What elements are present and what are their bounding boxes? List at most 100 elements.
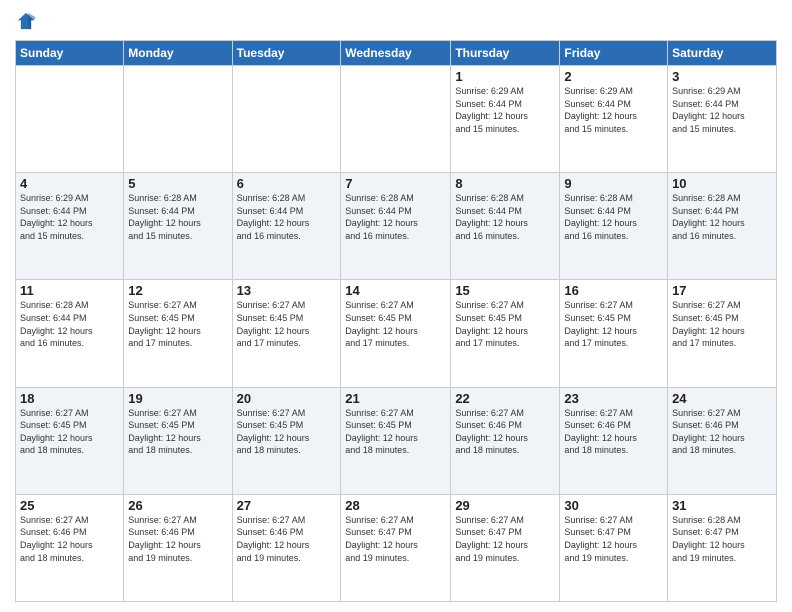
calendar-cell: 4Sunrise: 6:29 AM Sunset: 6:44 PM Daylig… [16, 173, 124, 280]
day-number: 21 [345, 391, 446, 406]
day-info: Sunrise: 6:27 AM Sunset: 6:46 PM Dayligh… [128, 514, 227, 564]
day-info: Sunrise: 6:28 AM Sunset: 6:44 PM Dayligh… [455, 192, 555, 242]
calendar-cell [341, 66, 451, 173]
header [15, 10, 777, 32]
calendar-cell: 28Sunrise: 6:27 AM Sunset: 6:47 PM Dayli… [341, 494, 451, 601]
calendar-cell [232, 66, 341, 173]
day-number: 25 [20, 498, 119, 513]
day-info: Sunrise: 6:29 AM Sunset: 6:44 PM Dayligh… [455, 85, 555, 135]
day-info: Sunrise: 6:28 AM Sunset: 6:44 PM Dayligh… [128, 192, 227, 242]
day-info: Sunrise: 6:28 AM Sunset: 6:47 PM Dayligh… [672, 514, 772, 564]
page: SundayMondayTuesdayWednesdayThursdayFrid… [0, 0, 792, 612]
day-info: Sunrise: 6:27 AM Sunset: 6:45 PM Dayligh… [237, 407, 337, 457]
calendar-cell: 29Sunrise: 6:27 AM Sunset: 6:47 PM Dayli… [451, 494, 560, 601]
day-number: 14 [345, 283, 446, 298]
day-info: Sunrise: 6:27 AM Sunset: 6:46 PM Dayligh… [564, 407, 663, 457]
day-info: Sunrise: 6:29 AM Sunset: 6:44 PM Dayligh… [672, 85, 772, 135]
day-info: Sunrise: 6:28 AM Sunset: 6:44 PM Dayligh… [345, 192, 446, 242]
day-info: Sunrise: 6:28 AM Sunset: 6:44 PM Dayligh… [237, 192, 337, 242]
calendar-cell: 31Sunrise: 6:28 AM Sunset: 6:47 PM Dayli… [668, 494, 777, 601]
day-header-thursday: Thursday [451, 41, 560, 66]
day-info: Sunrise: 6:27 AM Sunset: 6:45 PM Dayligh… [672, 299, 772, 349]
day-number: 18 [20, 391, 119, 406]
calendar-cell: 11Sunrise: 6:28 AM Sunset: 6:44 PM Dayli… [16, 280, 124, 387]
day-number: 26 [128, 498, 227, 513]
calendar: SundayMondayTuesdayWednesdayThursdayFrid… [15, 40, 777, 602]
calendar-cell: 13Sunrise: 6:27 AM Sunset: 6:45 PM Dayli… [232, 280, 341, 387]
day-info: Sunrise: 6:29 AM Sunset: 6:44 PM Dayligh… [20, 192, 119, 242]
day-number: 3 [672, 69, 772, 84]
day-header-saturday: Saturday [668, 41, 777, 66]
calendar-week-row: 11Sunrise: 6:28 AM Sunset: 6:44 PM Dayli… [16, 280, 777, 387]
logo-icon [15, 10, 37, 32]
logo [15, 10, 39, 32]
calendar-cell: 27Sunrise: 6:27 AM Sunset: 6:46 PM Dayli… [232, 494, 341, 601]
day-info: Sunrise: 6:28 AM Sunset: 6:44 PM Dayligh… [564, 192, 663, 242]
calendar-week-row: 4Sunrise: 6:29 AM Sunset: 6:44 PM Daylig… [16, 173, 777, 280]
calendar-cell: 25Sunrise: 6:27 AM Sunset: 6:46 PM Dayli… [16, 494, 124, 601]
day-number: 29 [455, 498, 555, 513]
day-number: 6 [237, 176, 337, 191]
day-info: Sunrise: 6:29 AM Sunset: 6:44 PM Dayligh… [564, 85, 663, 135]
day-info: Sunrise: 6:28 AM Sunset: 6:44 PM Dayligh… [20, 299, 119, 349]
day-number: 10 [672, 176, 772, 191]
calendar-cell: 20Sunrise: 6:27 AM Sunset: 6:45 PM Dayli… [232, 387, 341, 494]
calendar-cell: 23Sunrise: 6:27 AM Sunset: 6:46 PM Dayli… [560, 387, 668, 494]
day-number: 31 [672, 498, 772, 513]
day-number: 13 [237, 283, 337, 298]
day-header-monday: Monday [124, 41, 232, 66]
day-info: Sunrise: 6:27 AM Sunset: 6:45 PM Dayligh… [20, 407, 119, 457]
day-number: 17 [672, 283, 772, 298]
day-info: Sunrise: 6:28 AM Sunset: 6:44 PM Dayligh… [672, 192, 772, 242]
day-number: 5 [128, 176, 227, 191]
day-info: Sunrise: 6:27 AM Sunset: 6:45 PM Dayligh… [128, 407, 227, 457]
day-number: 1 [455, 69, 555, 84]
day-header-wednesday: Wednesday [341, 41, 451, 66]
day-number: 20 [237, 391, 337, 406]
day-info: Sunrise: 6:27 AM Sunset: 6:45 PM Dayligh… [237, 299, 337, 349]
day-number: 7 [345, 176, 446, 191]
day-header-friday: Friday [560, 41, 668, 66]
calendar-cell: 6Sunrise: 6:28 AM Sunset: 6:44 PM Daylig… [232, 173, 341, 280]
day-number: 16 [564, 283, 663, 298]
day-number: 15 [455, 283, 555, 298]
day-number: 28 [345, 498, 446, 513]
day-number: 8 [455, 176, 555, 191]
day-number: 22 [455, 391, 555, 406]
calendar-cell: 1Sunrise: 6:29 AM Sunset: 6:44 PM Daylig… [451, 66, 560, 173]
day-number: 12 [128, 283, 227, 298]
calendar-cell: 15Sunrise: 6:27 AM Sunset: 6:45 PM Dayli… [451, 280, 560, 387]
calendar-cell: 7Sunrise: 6:28 AM Sunset: 6:44 PM Daylig… [341, 173, 451, 280]
calendar-header-row: SundayMondayTuesdayWednesdayThursdayFrid… [16, 41, 777, 66]
calendar-cell: 12Sunrise: 6:27 AM Sunset: 6:45 PM Dayli… [124, 280, 232, 387]
calendar-cell: 3Sunrise: 6:29 AM Sunset: 6:44 PM Daylig… [668, 66, 777, 173]
calendar-cell: 2Sunrise: 6:29 AM Sunset: 6:44 PM Daylig… [560, 66, 668, 173]
day-info: Sunrise: 6:27 AM Sunset: 6:47 PM Dayligh… [345, 514, 446, 564]
day-number: 2 [564, 69, 663, 84]
calendar-cell: 26Sunrise: 6:27 AM Sunset: 6:46 PM Dayli… [124, 494, 232, 601]
calendar-cell: 19Sunrise: 6:27 AM Sunset: 6:45 PM Dayli… [124, 387, 232, 494]
day-info: Sunrise: 6:27 AM Sunset: 6:46 PM Dayligh… [455, 407, 555, 457]
calendar-cell: 24Sunrise: 6:27 AM Sunset: 6:46 PM Dayli… [668, 387, 777, 494]
day-header-tuesday: Tuesday [232, 41, 341, 66]
day-info: Sunrise: 6:27 AM Sunset: 6:45 PM Dayligh… [128, 299, 227, 349]
day-number: 27 [237, 498, 337, 513]
day-info: Sunrise: 6:27 AM Sunset: 6:46 PM Dayligh… [20, 514, 119, 564]
calendar-cell: 8Sunrise: 6:28 AM Sunset: 6:44 PM Daylig… [451, 173, 560, 280]
day-number: 30 [564, 498, 663, 513]
day-info: Sunrise: 6:27 AM Sunset: 6:45 PM Dayligh… [564, 299, 663, 349]
calendar-cell: 9Sunrise: 6:28 AM Sunset: 6:44 PM Daylig… [560, 173, 668, 280]
day-number: 4 [20, 176, 119, 191]
calendar-cell [124, 66, 232, 173]
calendar-cell: 21Sunrise: 6:27 AM Sunset: 6:45 PM Dayli… [341, 387, 451, 494]
day-info: Sunrise: 6:27 AM Sunset: 6:45 PM Dayligh… [345, 299, 446, 349]
day-number: 19 [128, 391, 227, 406]
calendar-cell: 5Sunrise: 6:28 AM Sunset: 6:44 PM Daylig… [124, 173, 232, 280]
day-header-sunday: Sunday [16, 41, 124, 66]
calendar-cell: 30Sunrise: 6:27 AM Sunset: 6:47 PM Dayli… [560, 494, 668, 601]
calendar-week-row: 1Sunrise: 6:29 AM Sunset: 6:44 PM Daylig… [16, 66, 777, 173]
day-number: 23 [564, 391, 663, 406]
calendar-cell: 17Sunrise: 6:27 AM Sunset: 6:45 PM Dayli… [668, 280, 777, 387]
calendar-week-row: 25Sunrise: 6:27 AM Sunset: 6:46 PM Dayli… [16, 494, 777, 601]
calendar-cell: 16Sunrise: 6:27 AM Sunset: 6:45 PM Dayli… [560, 280, 668, 387]
